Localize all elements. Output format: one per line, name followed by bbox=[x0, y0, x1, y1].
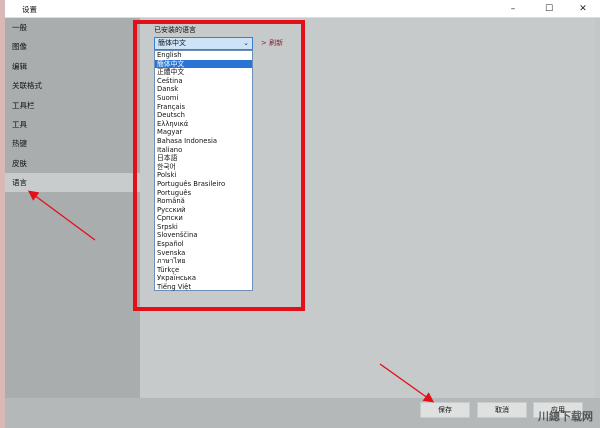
sidebar: 一般 图像 编辑 关联格式 工具栏 工具 热键 皮肤 语言 bbox=[5, 18, 140, 398]
window-title: 设置 bbox=[22, 5, 37, 14]
save-button[interactable]: 保存 bbox=[420, 402, 470, 418]
cancel-button[interactable]: 取消 bbox=[477, 402, 527, 418]
title-bar: 设置 – ☐ ✕ bbox=[5, 0, 600, 18]
maximize-button[interactable]: ☐ bbox=[534, 2, 564, 16]
sidebar-item[interactable]: 图像 bbox=[5, 37, 140, 56]
highlight-box bbox=[133, 20, 305, 311]
sidebar-item[interactable]: 热键 bbox=[5, 134, 140, 153]
sidebar-item[interactable]: 关联格式 bbox=[5, 76, 140, 95]
sidebar-item[interactable]: 编辑 bbox=[5, 57, 140, 76]
minimize-button[interactable]: – bbox=[498, 2, 528, 16]
watermark: 川總下载网 bbox=[538, 410, 593, 423]
sidebar-item[interactable]: 一般 bbox=[5, 18, 140, 37]
sidebar-item[interactable]: 语言 bbox=[5, 173, 140, 193]
sidebar-item[interactable]: 皮肤 bbox=[5, 154, 140, 173]
sidebar-item[interactable]: 工具 bbox=[5, 115, 140, 134]
sidebar-item[interactable]: 工具栏 bbox=[5, 96, 140, 115]
close-button[interactable]: ✕ bbox=[568, 2, 598, 16]
